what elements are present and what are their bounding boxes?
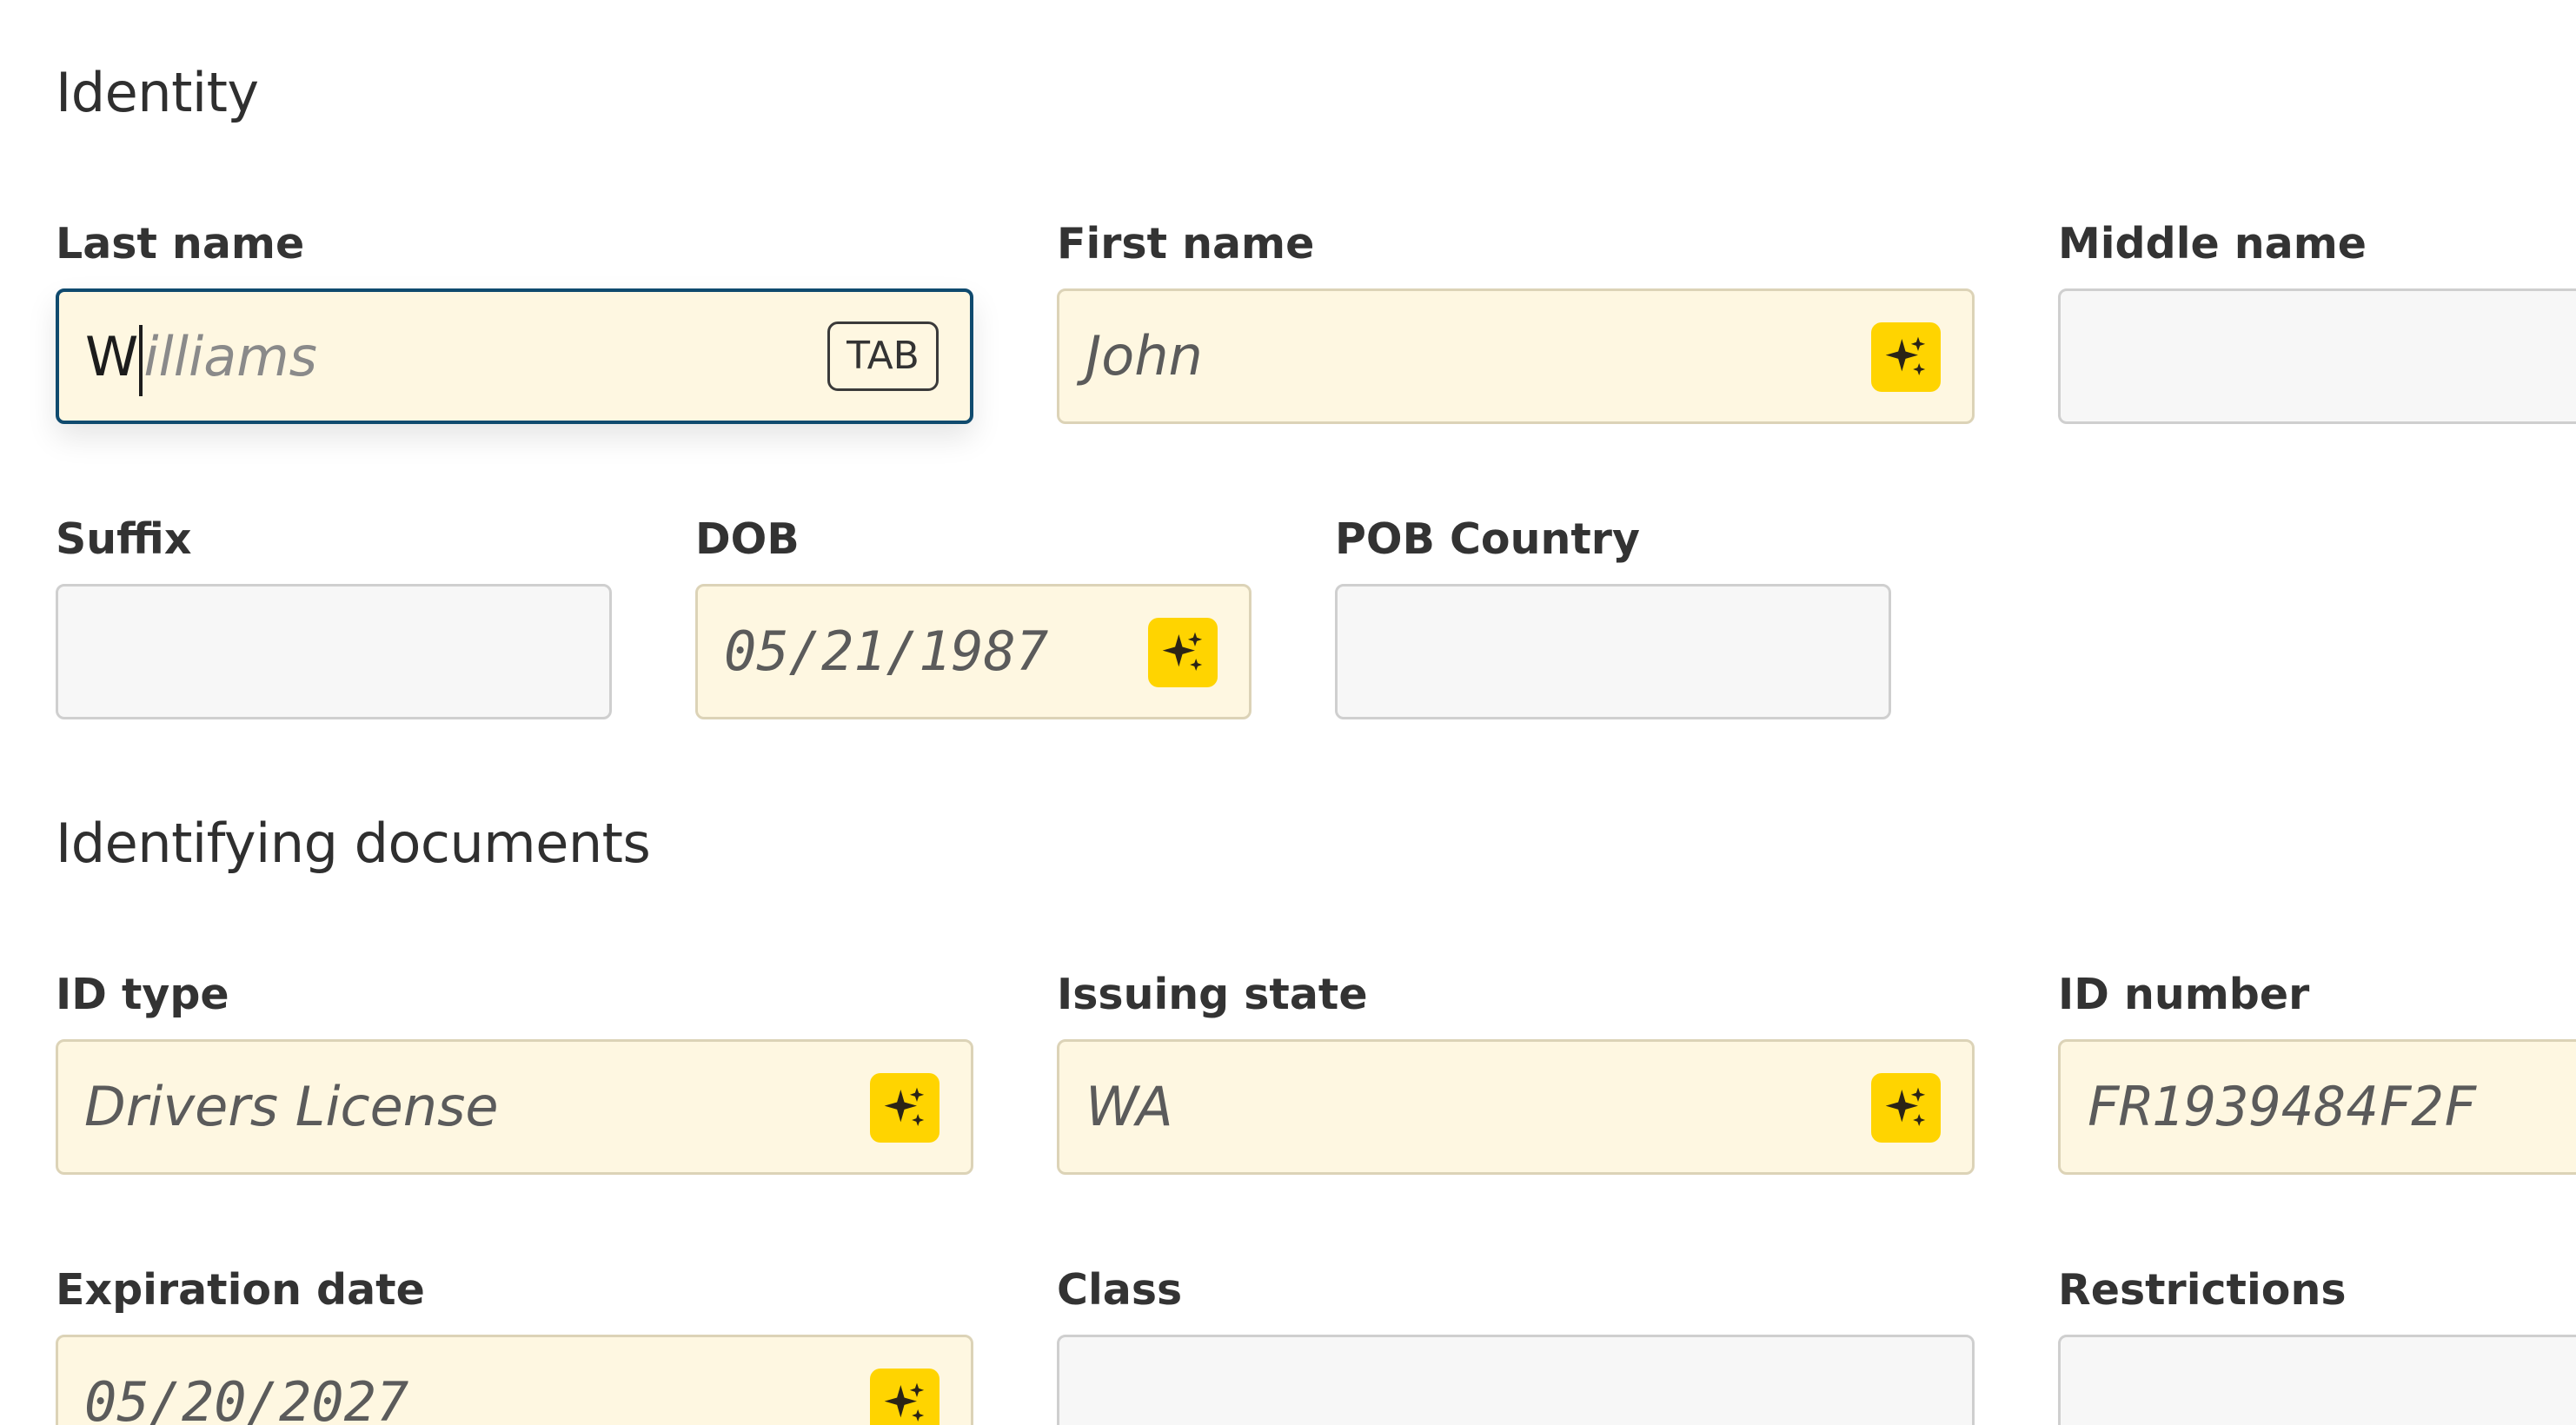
last-name-value: Williams bbox=[85, 292, 317, 422]
last-name-typed-text: W bbox=[85, 325, 139, 388]
id-number-value: FR1939484F2F bbox=[2087, 1075, 2476, 1138]
dob-label: DOB bbox=[695, 514, 800, 564]
ai-autofill-badge[interactable] bbox=[870, 1369, 939, 1425]
sparkles-icon bbox=[884, 1382, 925, 1422]
section-title-identifying-documents: Identifying documents bbox=[56, 812, 651, 875]
issuing-state-input[interactable]: WA bbox=[1057, 1039, 1975, 1175]
section-title-identity: Identity bbox=[56, 61, 259, 124]
first-name-value: John bbox=[1086, 324, 1203, 388]
expiration-date-input[interactable]: 05/20/2027 bbox=[56, 1335, 973, 1425]
last-name-autocomplete-suggestion: illiams bbox=[143, 325, 317, 388]
text-caret bbox=[139, 324, 143, 396]
first-name-input[interactable]: John bbox=[1057, 288, 1975, 424]
ai-autofill-badge[interactable] bbox=[870, 1073, 939, 1143]
id-number-input[interactable]: FR1939484F2F bbox=[2058, 1039, 2576, 1175]
class-input[interactable] bbox=[1057, 1335, 1975, 1425]
sparkles-icon bbox=[1885, 1087, 1926, 1126]
last-name-input[interactable]: Williams TAB bbox=[56, 288, 973, 424]
class-label: Class bbox=[1057, 1265, 1183, 1315]
restrictions-input[interactable] bbox=[2058, 1335, 2576, 1425]
middle-name-label: Middle name bbox=[2058, 219, 2367, 268]
issuing-state-label: Issuing state bbox=[1057, 970, 1368, 1019]
expiration-date-value: 05/20/2027 bbox=[84, 1370, 409, 1425]
dob-input[interactable]: 05/21/1987 bbox=[695, 584, 1251, 719]
tab-key-hint[interactable]: TAB bbox=[827, 321, 939, 391]
id-type-input[interactable]: Drivers License bbox=[56, 1039, 973, 1175]
ai-autofill-badge[interactable] bbox=[1148, 618, 1218, 687]
dob-value: 05/21/1987 bbox=[724, 620, 1049, 683]
id-type-value: Drivers License bbox=[84, 1075, 499, 1138]
suffix-input[interactable] bbox=[56, 584, 612, 719]
sparkles-icon bbox=[1885, 336, 1926, 375]
id-type-label: ID type bbox=[56, 970, 229, 1019]
sparkles-icon bbox=[1162, 632, 1203, 671]
restrictions-label: Restrictions bbox=[2058, 1265, 2347, 1315]
id-number-label: ID number bbox=[2058, 970, 2310, 1019]
sparkles-icon bbox=[884, 1087, 925, 1126]
middle-name-input[interactable] bbox=[2058, 288, 2576, 424]
issuing-state-value: WA bbox=[1086, 1075, 1173, 1138]
first-name-label: First name bbox=[1057, 219, 1315, 268]
last-name-label: Last name bbox=[56, 219, 305, 268]
ai-autofill-badge[interactable] bbox=[1871, 322, 1941, 392]
pob-country-label: POB Country bbox=[1335, 514, 1640, 564]
pob-country-input[interactable] bbox=[1335, 584, 1891, 719]
ai-autofill-badge[interactable] bbox=[1871, 1073, 1941, 1143]
suffix-label: Suffix bbox=[56, 514, 192, 564]
expiration-date-label: Expiration date bbox=[56, 1265, 425, 1315]
